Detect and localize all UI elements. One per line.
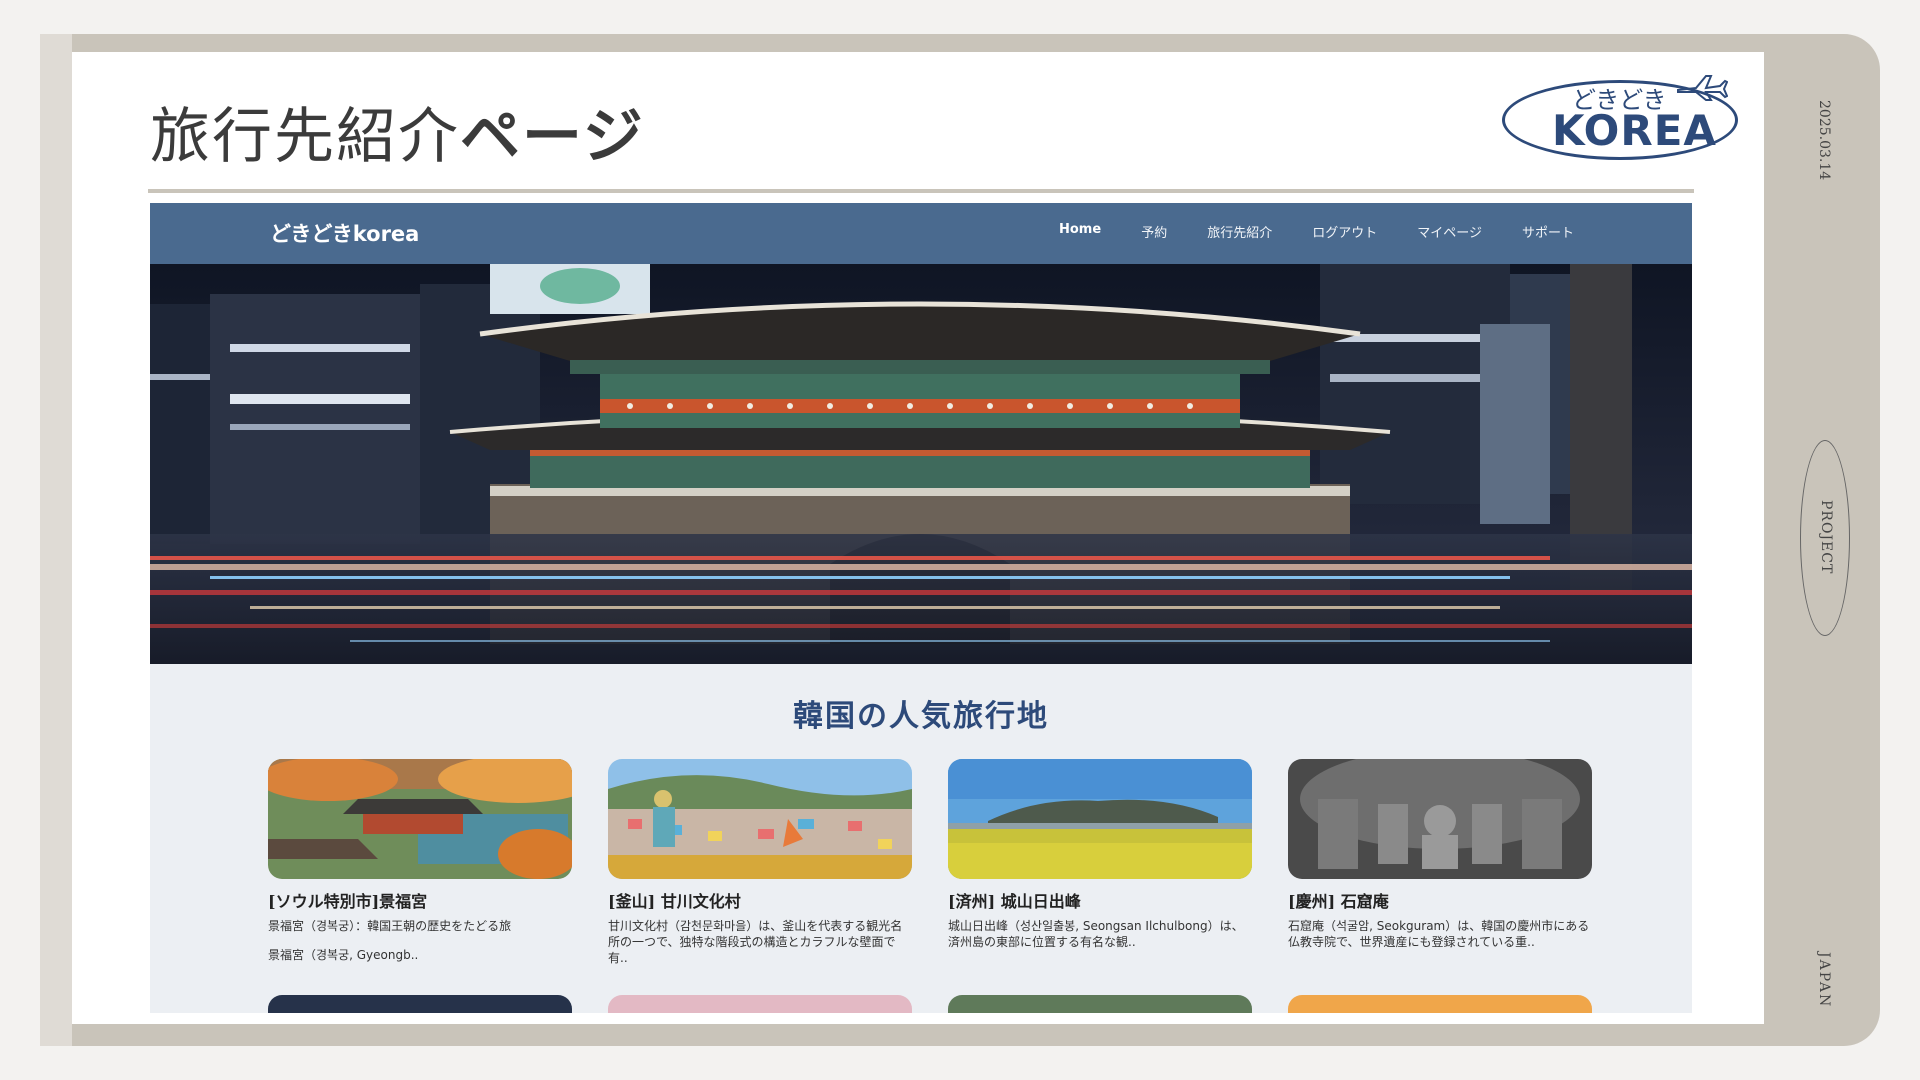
website-screenshot: どきどきkorea Home 予約 旅行先紹介 ログアウト マイページ サポート bbox=[150, 203, 1692, 1013]
logo-main-text: KOREA bbox=[1552, 106, 1717, 155]
card-description: 甘川文化村（감천문화마을）は、釜山を代表する観光名所の一つで、独特な階段式の構造… bbox=[608, 919, 903, 965]
card-image-seongsan[interactable] bbox=[948, 759, 1252, 879]
card-title[interactable]: [慶州] 石窟庵 bbox=[1288, 888, 1592, 912]
slide-title: 旅行先紹介ページ bbox=[150, 88, 645, 175]
nav-support[interactable]: サポート bbox=[1522, 222, 1574, 241]
destination-card-row2-2[interactable] bbox=[608, 995, 912, 1013]
nav-logout[interactable]: ログアウト bbox=[1312, 222, 1377, 241]
card-extra-text: 景福宮（경복궁, Gyeongb.. bbox=[268, 948, 419, 962]
card-image-gamcheon[interactable] bbox=[608, 759, 912, 879]
card-description: 景福宮（경복궁）：韓国王朝の歴史をたどる旅 bbox=[268, 919, 512, 933]
site-navbar: どきどきkorea Home 予約 旅行先紹介 ログアウト マイページ サポート bbox=[150, 203, 1692, 264]
nav-reservation[interactable]: 予約 bbox=[1141, 222, 1167, 241]
destination-card-seongsan[interactable]: [済州] 城山日出峰 城山日出峰（성산일출봉, Seongsan Ilchulb… bbox=[948, 759, 1252, 950]
destination-card-gamcheon[interactable]: [釜山] 甘川文化村 甘川文化村（감천문화마을）は、釜山を代表する観光名所の一つ… bbox=[608, 759, 912, 966]
nav-destinations[interactable]: 旅行先紹介 bbox=[1207, 222, 1272, 241]
card-title[interactable]: [ソウル特別市]景福宮 bbox=[268, 888, 572, 912]
popular-destinations-heading: 韓国の人気旅行地 bbox=[793, 699, 1049, 734]
destination-card-seokguram[interactable]: [慶州] 石窟庵 石窟庵（석굴암, Seokguram）は、韓国の慶州市にある仏… bbox=[1288, 759, 1592, 950]
destination-card-gyeongbokgung[interactable]: [ソウル特別市]景福宮 景福宮（경복궁）：韓国王朝の歴史をたどる旅 景福宮（경복… bbox=[268, 759, 572, 963]
destination-card-row2-3[interactable] bbox=[948, 995, 1252, 1013]
nav-home[interactable]: Home bbox=[1059, 222, 1101, 241]
nav-mypage[interactable]: マイページ bbox=[1417, 222, 1482, 241]
card-title[interactable]: [済州] 城山日出峰 bbox=[948, 888, 1252, 912]
destination-card-row2-1[interactable] bbox=[268, 995, 572, 1013]
destination-card-row2-4[interactable] bbox=[1288, 995, 1592, 1013]
country-label: JAPAN bbox=[1816, 952, 1832, 1009]
card-description: 城山日出峰（성산일출봉, Seongsan Ilchulbong）は、済州島の東… bbox=[948, 919, 1244, 949]
slide-frame-left-bar bbox=[40, 34, 72, 1046]
slide-title-light: 旅行先紹介 bbox=[150, 102, 460, 172]
destination-cards: [ソウル特別市]景福宮 景福宮（경복궁）：韓国王朝の歴史をたどる旅 景福宮（경복… bbox=[268, 759, 1592, 1013]
site-brand[interactable]: どきどきkorea bbox=[270, 218, 419, 248]
hero-image-namdaemun bbox=[150, 264, 1692, 664]
title-divider bbox=[148, 189, 1694, 193]
project-label: PROJECT bbox=[1818, 500, 1834, 575]
card-description: 石窟庵（석굴암, Seokguram）は、韓国の慶州市にある仏教寺院で、世界遺産… bbox=[1288, 919, 1590, 949]
card-image-gyeongbokgung[interactable] bbox=[268, 759, 572, 879]
slide-title-bold: ページ bbox=[460, 102, 645, 172]
site-menu: Home 予約 旅行先紹介 ログアウト マイページ サポート bbox=[1059, 222, 1574, 241]
slide-date: 2025.03.14 bbox=[1816, 100, 1832, 181]
card-title[interactable]: [釜山] 甘川文化村 bbox=[608, 888, 912, 912]
card-image-seokguram[interactable] bbox=[1288, 759, 1592, 879]
airplane-icon bbox=[1677, 75, 1728, 101]
doki-doki-korea-logo: どきどき KOREA bbox=[1500, 70, 1744, 166]
